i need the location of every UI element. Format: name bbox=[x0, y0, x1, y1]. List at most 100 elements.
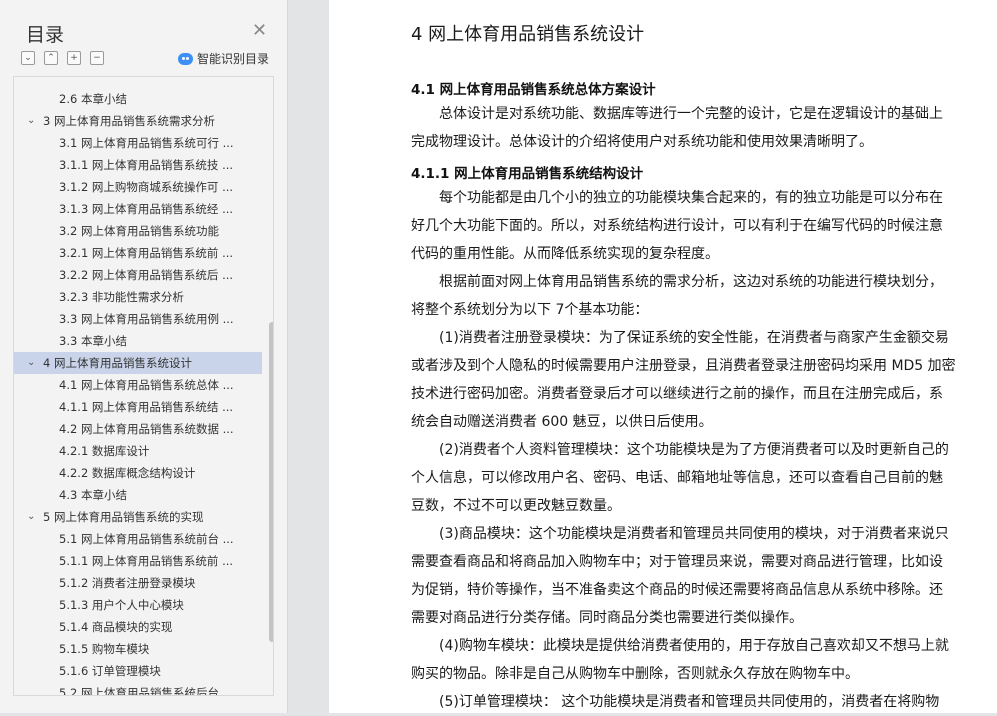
paragraph-line: 为促销，特价等操作，当不准备卖这个商品的时候还需要将商品信息从系统中移除。还 bbox=[411, 582, 943, 598]
toc-item[interactable]: 4.2.2 数据库概念结构设计 bbox=[14, 462, 262, 484]
toc-item-label: 4.2 网上体育用品销售系统数据 ... bbox=[59, 422, 234, 436]
toc-item[interactable]: 3.2.2 网上体育用品销售系统后 ... bbox=[14, 264, 262, 286]
toc-item[interactable]: 5.1.4 商品模块的实现 bbox=[14, 616, 262, 638]
toc-item-label: 5.1.2 消费者注册登录模块 bbox=[59, 576, 196, 590]
toc-item[interactable]: 5.1.6 订单管理模块 bbox=[14, 660, 262, 682]
toc-item[interactable]: 5.1 网上体育用品销售系统前台 ... bbox=[14, 528, 262, 550]
toc-item-label: 3 网上体育用品销售系统需求分析 bbox=[43, 114, 215, 128]
paragraph-line: (2)消费者个人资料管理模块：这个功能模块是为了方便消费者可以及时更新自己的 bbox=[439, 442, 949, 458]
toc-item-label: 5.1.3 用户个人中心模块 bbox=[59, 598, 184, 612]
toc-item-label: 3.2.3 非功能性需求分析 bbox=[59, 290, 184, 304]
toc-item-label: 3.2.1 网上体育用品销售系统前 ... bbox=[59, 246, 234, 260]
paragraph-line: 个人信息，可以修改用户名、密码、电话、邮箱地址等信息，还可以查看自己目前的魅 bbox=[411, 470, 943, 486]
document-page[interactable]: 4 网上体育用品销售系统设计 4.1 网上体育用品销售系统总体方案设计 总体设计… bbox=[329, 0, 997, 713]
toc-item[interactable]: 3.1.2 网上购物商城系统操作可 ... bbox=[14, 176, 262, 198]
paragraph-module-4: (4)购物车模块：此模块是提供给消费者使用的，用于存放自己喜欢却又不想马上就购买… bbox=[411, 632, 957, 688]
paragraph-line: 好几个大功能下面的。所以，对系统结构进行设计，可以有利于在编写代码的时候注意 bbox=[411, 218, 943, 234]
toc-item-label: 3.3 网上体育用品销售系统用例 ... bbox=[59, 312, 234, 326]
toc-item-label: 5.1.5 购物车模块 bbox=[59, 642, 150, 656]
paragraph-line: (1)消费者注册登录模块：为了保证系统的安全性能，在消费者与商家产生金额交易 bbox=[439, 330, 949, 346]
toc-sidebar: 目录 ✕ ⌄ ⌃ + − 智能识别目录 2.6 本章小结 ⌄ 3 网上体育用品销售系… bbox=[0, 0, 288, 713]
paragraph-line: 需要对商品进行分类存储。同时商品分类也需要进行类似操作。 bbox=[411, 610, 803, 626]
toc-toolbar: ⌄ ⌃ + − bbox=[21, 51, 104, 65]
toc-item-label: 4.1.1 网上体育用品销售系统结 ... bbox=[59, 400, 234, 414]
toc-item[interactable]: 5.1.5 购物车模块 bbox=[14, 638, 262, 660]
expand-up-icon[interactable]: ⌃ bbox=[44, 51, 58, 65]
paragraph-module-5: (5)订单管理模块： 这个功能模块是消费者和管理员共同使用的，消费者在将购物 bbox=[411, 688, 957, 716]
toc-item-label: 5.2 网上体育用品销售系统后台 ... bbox=[59, 686, 234, 696]
toc-item[interactable]: 4.2.1 数据库设计 bbox=[14, 440, 262, 462]
toc-item[interactable]: 3.1 网上体育用品销售系统可行 ... bbox=[14, 132, 262, 154]
heading-4-1: 4.1 网上体育用品销售系统总体方案设计 bbox=[411, 82, 656, 98]
toc-item-label: 3.1.3 网上体育用品销售系统经 ... bbox=[59, 202, 234, 216]
close-icon[interactable]: ✕ bbox=[252, 20, 267, 41]
paragraph-module-3: (3)商品模块：这个功能模块是消费者和管理员共同使用的模块，对于消费者来说只需要… bbox=[411, 520, 957, 632]
toc-item-label: 4.2.2 数据库概念结构设计 bbox=[59, 466, 196, 480]
smart-toc-button[interactable]: 智能识别目录 bbox=[178, 50, 269, 67]
toc-item-label: 3.1.2 网上购物商城系统操作可 ... bbox=[59, 180, 234, 194]
toc-item[interactable]: 4.1.1 网上体育用品销售系统结 ... bbox=[14, 396, 262, 418]
toc-item-label: 4.1 网上体育用品销售系统总体 ... bbox=[59, 378, 234, 392]
toc-panel: 2.6 本章小结 ⌄ 3 网上体育用品销售系统需求分析 3.1 网上体育用品销售系统可… bbox=[13, 76, 274, 696]
toc-item[interactable]: 3.2.3 非功能性需求分析 bbox=[14, 286, 262, 308]
paragraph-line: 总体设计是对系统功能、数据库等进行一个完整的设计，它是在逻辑设计的基础上 bbox=[439, 106, 943, 122]
toc-item[interactable]: 5.1.1 网上体育用品销售系统前 ... bbox=[14, 550, 262, 572]
paragraph-module-division: 根据前面对网上体育用品销售系统的需求分析，这边对系统的功能进行模块划分， 将整个系… bbox=[411, 268, 957, 324]
toc-item-label: 3.2.2 网上体育用品销售系统后 ... bbox=[59, 268, 234, 282]
toc-scrollbar[interactable] bbox=[269, 322, 273, 642]
toc-item[interactable]: 5.1.3 用户个人中心模块 bbox=[14, 594, 262, 616]
toc-item[interactable]: 5.1.2 消费者注册登录模块 bbox=[14, 572, 262, 594]
toc-item[interactable]: 3.3 本章小结 bbox=[14, 330, 262, 352]
toc-item[interactable]: 3.1.1 网上体育用品销售系统技 ... bbox=[14, 154, 262, 176]
toc-list: 2.6 本章小结 ⌄ 3 网上体育用品销售系统需求分析 3.1 网上体育用品销售系统可… bbox=[14, 88, 262, 696]
paragraph-line: 技术进行密码加密。消费者登录后才可以继续进行之前的操作，而且在注册完成后，系 bbox=[411, 386, 943, 402]
toc-item-label: 2.6 本章小结 bbox=[59, 92, 127, 106]
toc-item-label: 5.1.4 商品模块的实现 bbox=[59, 620, 173, 634]
toc-item[interactable]: 3.1.3 网上体育用品销售系统经 ... bbox=[14, 198, 262, 220]
toc-item[interactable]: ⌄ 3 网上体育用品销售系统需求分析 bbox=[14, 110, 262, 132]
toc-item[interactable]: ⌄ 4 网上体育用品销售系统设计 bbox=[14, 352, 262, 374]
collapse-all-icon[interactable]: ⌄ bbox=[21, 51, 35, 65]
chevron-down-icon[interactable]: ⌄ bbox=[27, 352, 35, 374]
paragraph-line: (4)购物车模块：此模块是提供给消费者使用的，用于存放自己喜欢却又不想马上就 bbox=[439, 638, 949, 654]
paragraph-line: 或者涉及到个人隐私的时候需要用户注册登录，且消费者登录注册密码均采用 MD5 加… bbox=[411, 358, 956, 374]
paragraph-line: 将整个系统划分为以下 7个基本功能： bbox=[411, 302, 649, 318]
toc-item-label: 5.1.6 订单管理模块 bbox=[59, 664, 161, 678]
heading-4-1-1: 4.1.1 网上体育用品销售系统结构设计 bbox=[411, 166, 644, 182]
paragraph-overall-design: 总体设计是对系统功能、数据库等进行一个完整的设计，它是在逻辑设计的基础上完成物理… bbox=[411, 100, 957, 156]
toc-item[interactable]: 3.2.1 网上体育用品销售系统前 ... bbox=[14, 242, 262, 264]
paragraph-line: 每个功能都是由几个小的独立的功能模块集合起来的，有的独立功能是可以分布在 bbox=[439, 190, 943, 206]
add-heading-icon[interactable]: + bbox=[67, 51, 81, 65]
toc-item-label: 4.2.1 数据库设计 bbox=[59, 444, 150, 458]
toc-item[interactable]: ⌄ 5 网上体育用品销售系统的实现 bbox=[14, 506, 262, 528]
chevron-down-icon[interactable]: ⌄ bbox=[27, 110, 35, 132]
paragraph-line: (5)订单管理模块： 这个功能模块是消费者和管理员共同使用的，消费者在将购物 bbox=[439, 694, 940, 710]
smart-toc-label: 智能识别目录 bbox=[197, 52, 270, 66]
chapter-title: 4 网上体育用品销售系统设计 bbox=[411, 24, 645, 45]
robot-icon bbox=[178, 52, 193, 65]
paragraph-line: 豆数，不过不可以更改魅豆数量。 bbox=[411, 498, 621, 514]
paragraph-module-2: (2)消费者个人资料管理模块：这个功能模块是为了方便消费者可以及时更新自己的个人… bbox=[411, 436, 957, 520]
remove-heading-icon[interactable]: − bbox=[90, 51, 104, 65]
toc-item[interactable]: 4.2 网上体育用品销售系统数据 ... bbox=[14, 418, 262, 440]
toc-item-label: 3.2 网上体育用品销售系统功能 bbox=[59, 224, 219, 238]
paragraph-line: 完成物理设计。总体设计的介绍将使用户对系统功能和使用效果清晰明了。 bbox=[411, 134, 873, 150]
chevron-down-icon[interactable]: ⌄ bbox=[27, 506, 35, 528]
paragraph-line: 需要查看商品和将商品加入购物车中；对于管理员来说，需要对商品进行管理，比如设 bbox=[411, 554, 943, 570]
toc-item[interactable]: 2.6 本章小结 bbox=[14, 88, 262, 110]
toc-item-label: 4.3 本章小结 bbox=[59, 488, 127, 502]
paragraph-line: 代码的重用性能。从而降低系统实现的复杂程度。 bbox=[411, 246, 719, 262]
toc-item-label: 5.1.1 网上体育用品销售系统前 ... bbox=[59, 554, 234, 568]
toc-item[interactable]: 5.2 网上体育用品销售系统后台 ... bbox=[14, 682, 262, 696]
paragraph-line: (3)商品模块：这个功能模块是消费者和管理员共同使用的模块，对于消费者来说只 bbox=[439, 526, 949, 542]
toc-title: 目录 bbox=[26, 24, 65, 46]
paragraph-line: 购买的物品。除非是自己从购物车中删除，否则就永久存放在购物车中。 bbox=[411, 666, 859, 682]
paragraph-module-1: (1)消费者注册登录模块：为了保证系统的安全性能，在消费者与商家产生金额交易或者… bbox=[411, 324, 957, 436]
toc-item[interactable]: 3.3 网上体育用品销售系统用例 ... bbox=[14, 308, 262, 330]
toc-item[interactable]: 4.3 本章小结 bbox=[14, 484, 262, 506]
toc-item-label: 3.1 网上体育用品销售系统可行 ... bbox=[59, 136, 234, 150]
toc-item-label: 4 网上体育用品销售系统设计 bbox=[43, 356, 192, 370]
toc-item[interactable]: 4.1 网上体育用品销售系统总体 ... bbox=[14, 374, 262, 396]
toc-item-label: 3.1.1 网上体育用品销售系统技 ... bbox=[59, 158, 234, 172]
toc-item[interactable]: 3.2 网上体育用品销售系统功能 bbox=[14, 220, 262, 242]
